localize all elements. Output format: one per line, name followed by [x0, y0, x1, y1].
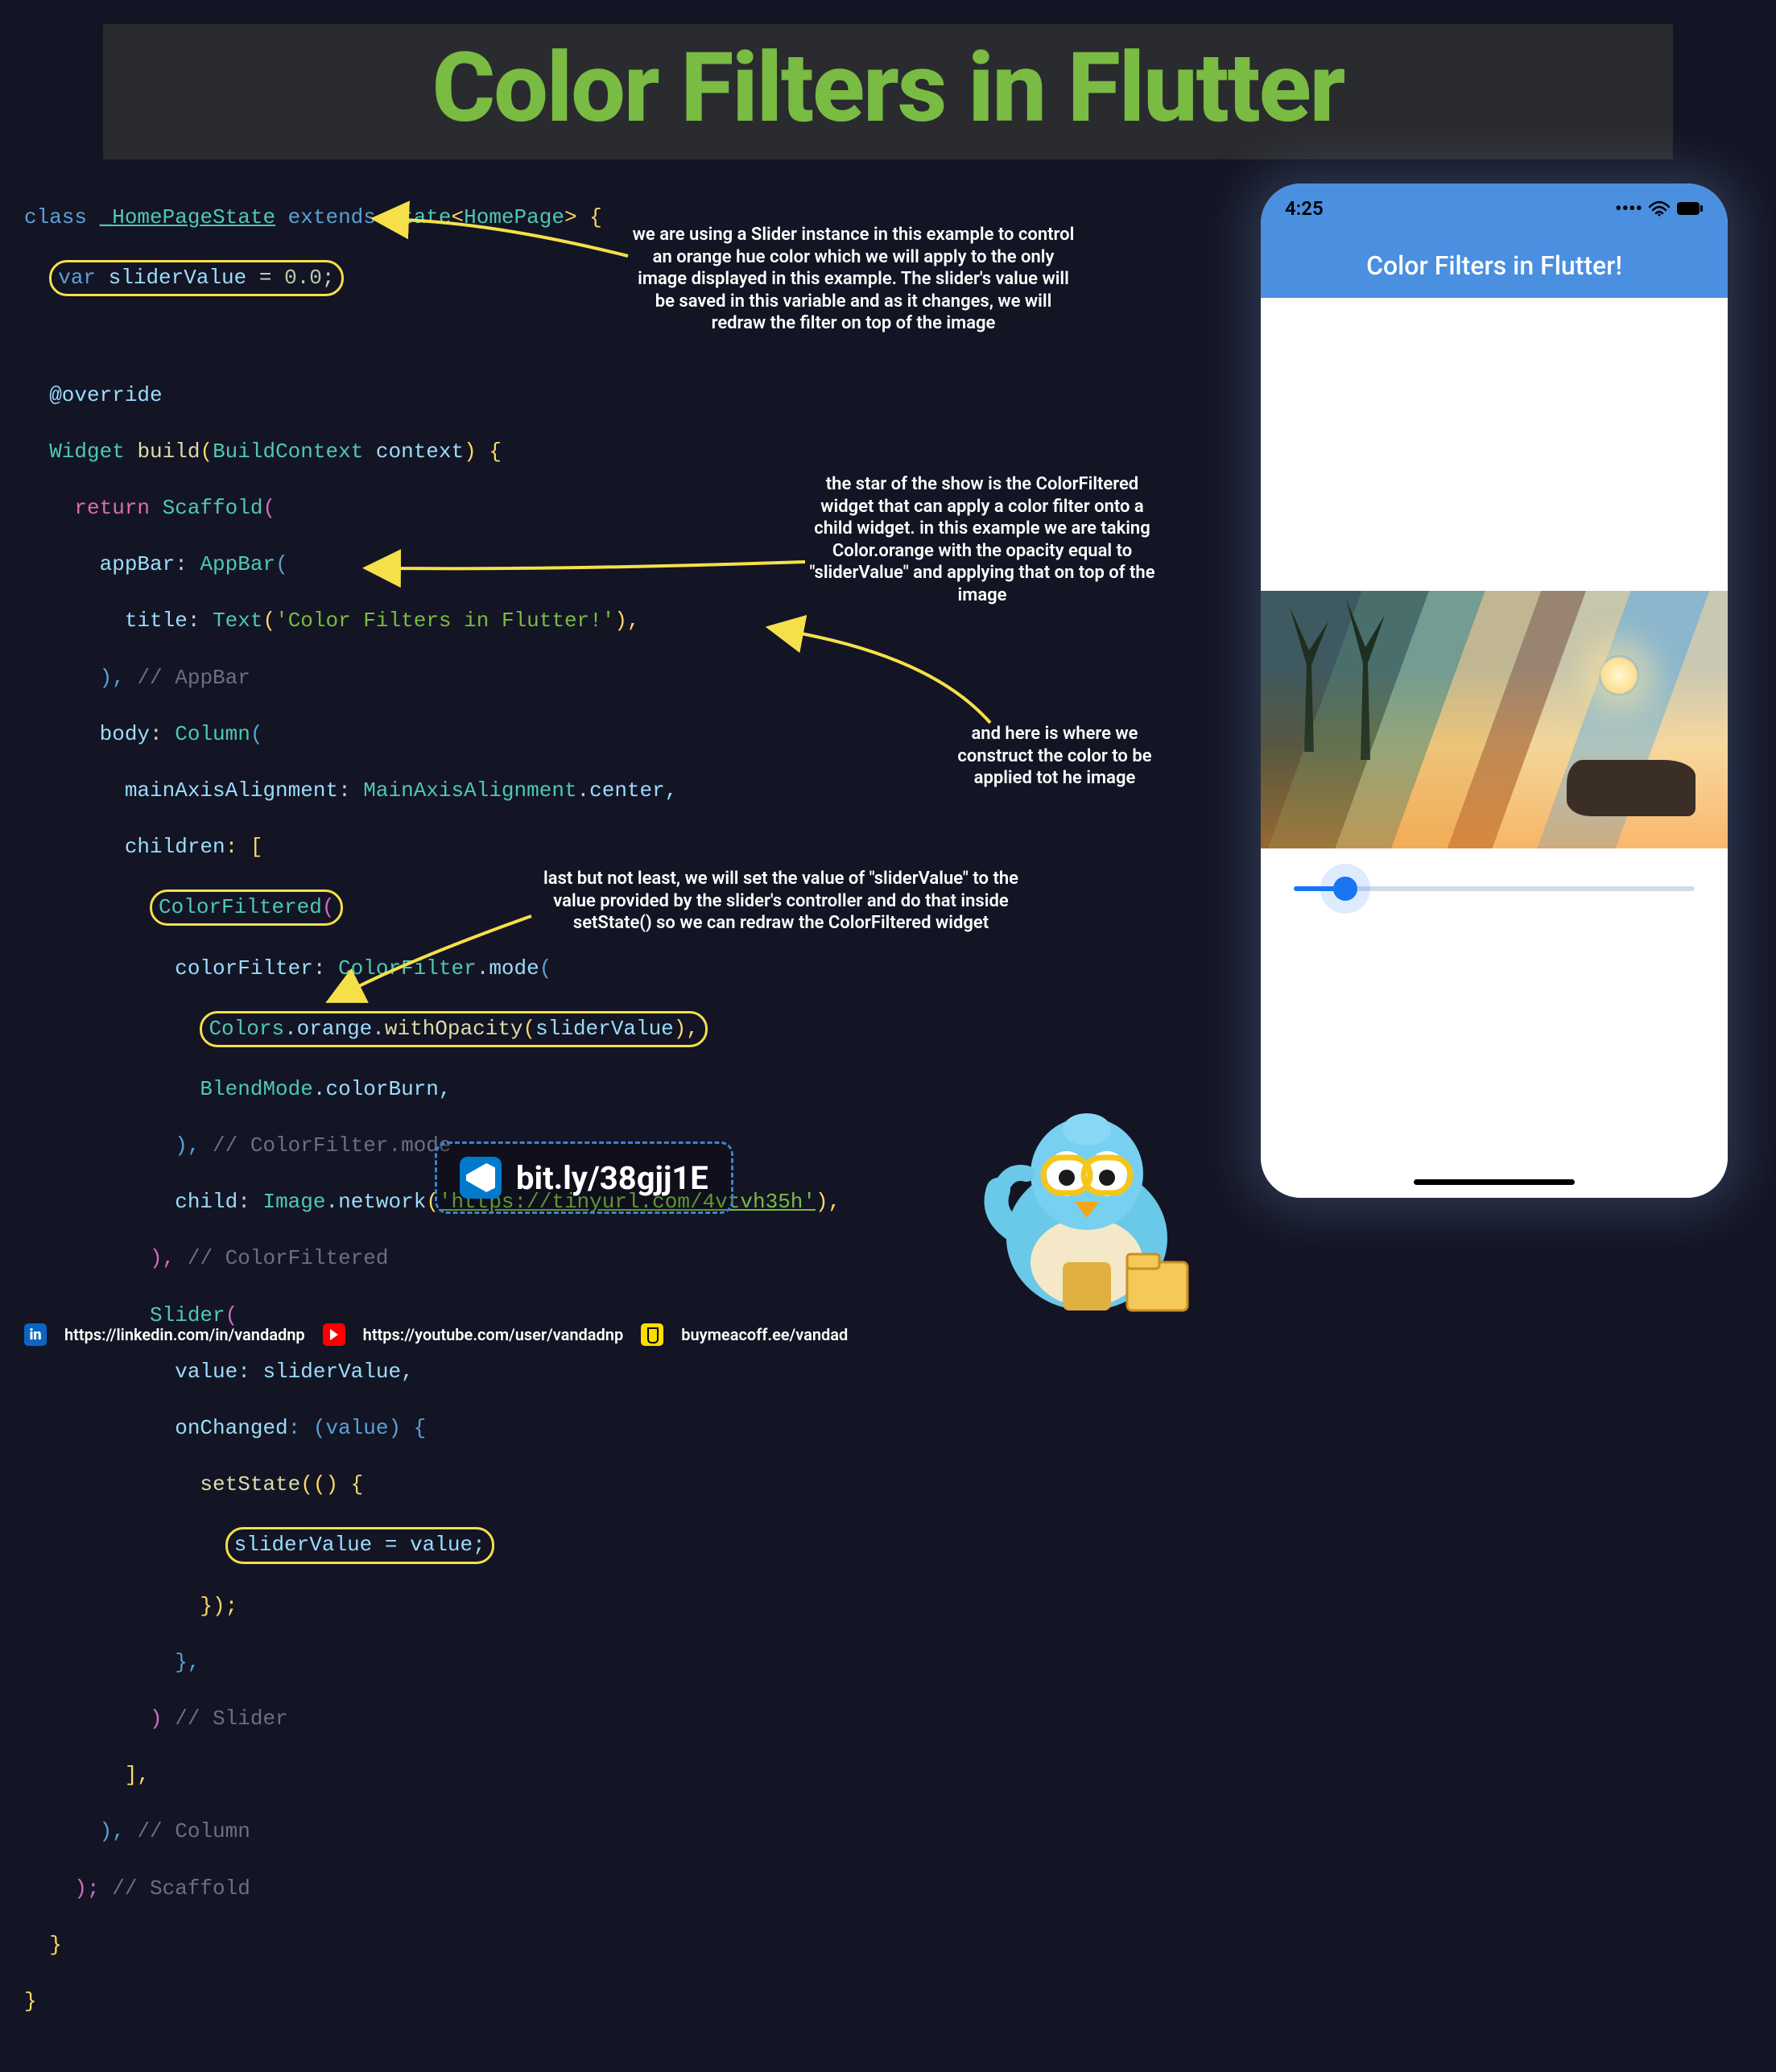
- title-banner: Color Filters in Flutter: [103, 24, 1673, 159]
- youtube-icon[interactable]: [323, 1323, 345, 1346]
- bmc-url[interactable]: buymeacoff.ee/vandad: [681, 1325, 848, 1344]
- vscode-shortlink-card[interactable]: bit.ly/38gjj1E: [435, 1141, 733, 1214]
- shortlink-text: bit.ly/38gjj1E: [516, 1159, 708, 1197]
- highlight-setstate-assign: sliderValue = value;: [225, 1527, 494, 1563]
- vscode-icon: [460, 1157, 502, 1199]
- buymeacoffee-icon[interactable]: [641, 1323, 663, 1346]
- annotation-slider-var: we are using a Slider instance in this e…: [628, 224, 1079, 335]
- slider-thumb[interactable]: [1333, 877, 1357, 901]
- battery-icon: [1676, 201, 1704, 216]
- phone-time: 4:25: [1285, 197, 1324, 220]
- youtube-url[interactable]: https://youtube.com/user/vandadnp: [363, 1325, 624, 1344]
- annotation-colorfiltered: the star of the show is the ColorFiltere…: [805, 473, 1159, 606]
- highlight-color-construct: Colors.orange.withOpacity(sliderValue),: [200, 1011, 708, 1047]
- wifi-icon: [1649, 200, 1670, 217]
- home-indicator: [1414, 1179, 1575, 1185]
- highlight-slidervalue-decl: var sliderValue = 0.0;: [49, 260, 343, 296]
- page-title: Color Filters in Flutter: [103, 32, 1673, 145]
- cellular-signal-icon: ••••: [1615, 197, 1642, 220]
- content-area: class _HomePageState extends State<HomeP…: [0, 175, 1776, 1286]
- phone-status-icons: ••••: [1615, 197, 1704, 220]
- annotation-setstate: last but not least, we will set the valu…: [531, 868, 1030, 935]
- phone-appbar: Color Filters in Flutter!: [1261, 233, 1728, 298]
- appbar-title: Color Filters in Flutter!: [1366, 250, 1622, 281]
- phone-body: [1261, 298, 1728, 1198]
- annotation-color-construct: and here is where we construct the color…: [934, 723, 1175, 790]
- footer-links: in https://linkedin.com/in/vandadnp http…: [24, 1323, 848, 1346]
- dash-mascot-icon: [966, 1093, 1208, 1335]
- phone-slider[interactable]: [1294, 873, 1695, 905]
- highlight-colorfiltered: ColorFiltered(: [150, 889, 343, 926]
- linkedin-icon[interactable]: in: [24, 1323, 47, 1346]
- phone-filtered-image: [1261, 591, 1728, 848]
- phone-status-bar: 4:25 ••••: [1261, 184, 1728, 233]
- phone-mockup: 4:25 •••• Color Filters in Flutter!: [1261, 184, 1728, 1198]
- linkedin-url[interactable]: https://linkedin.com/in/vandadnp: [64, 1325, 305, 1344]
